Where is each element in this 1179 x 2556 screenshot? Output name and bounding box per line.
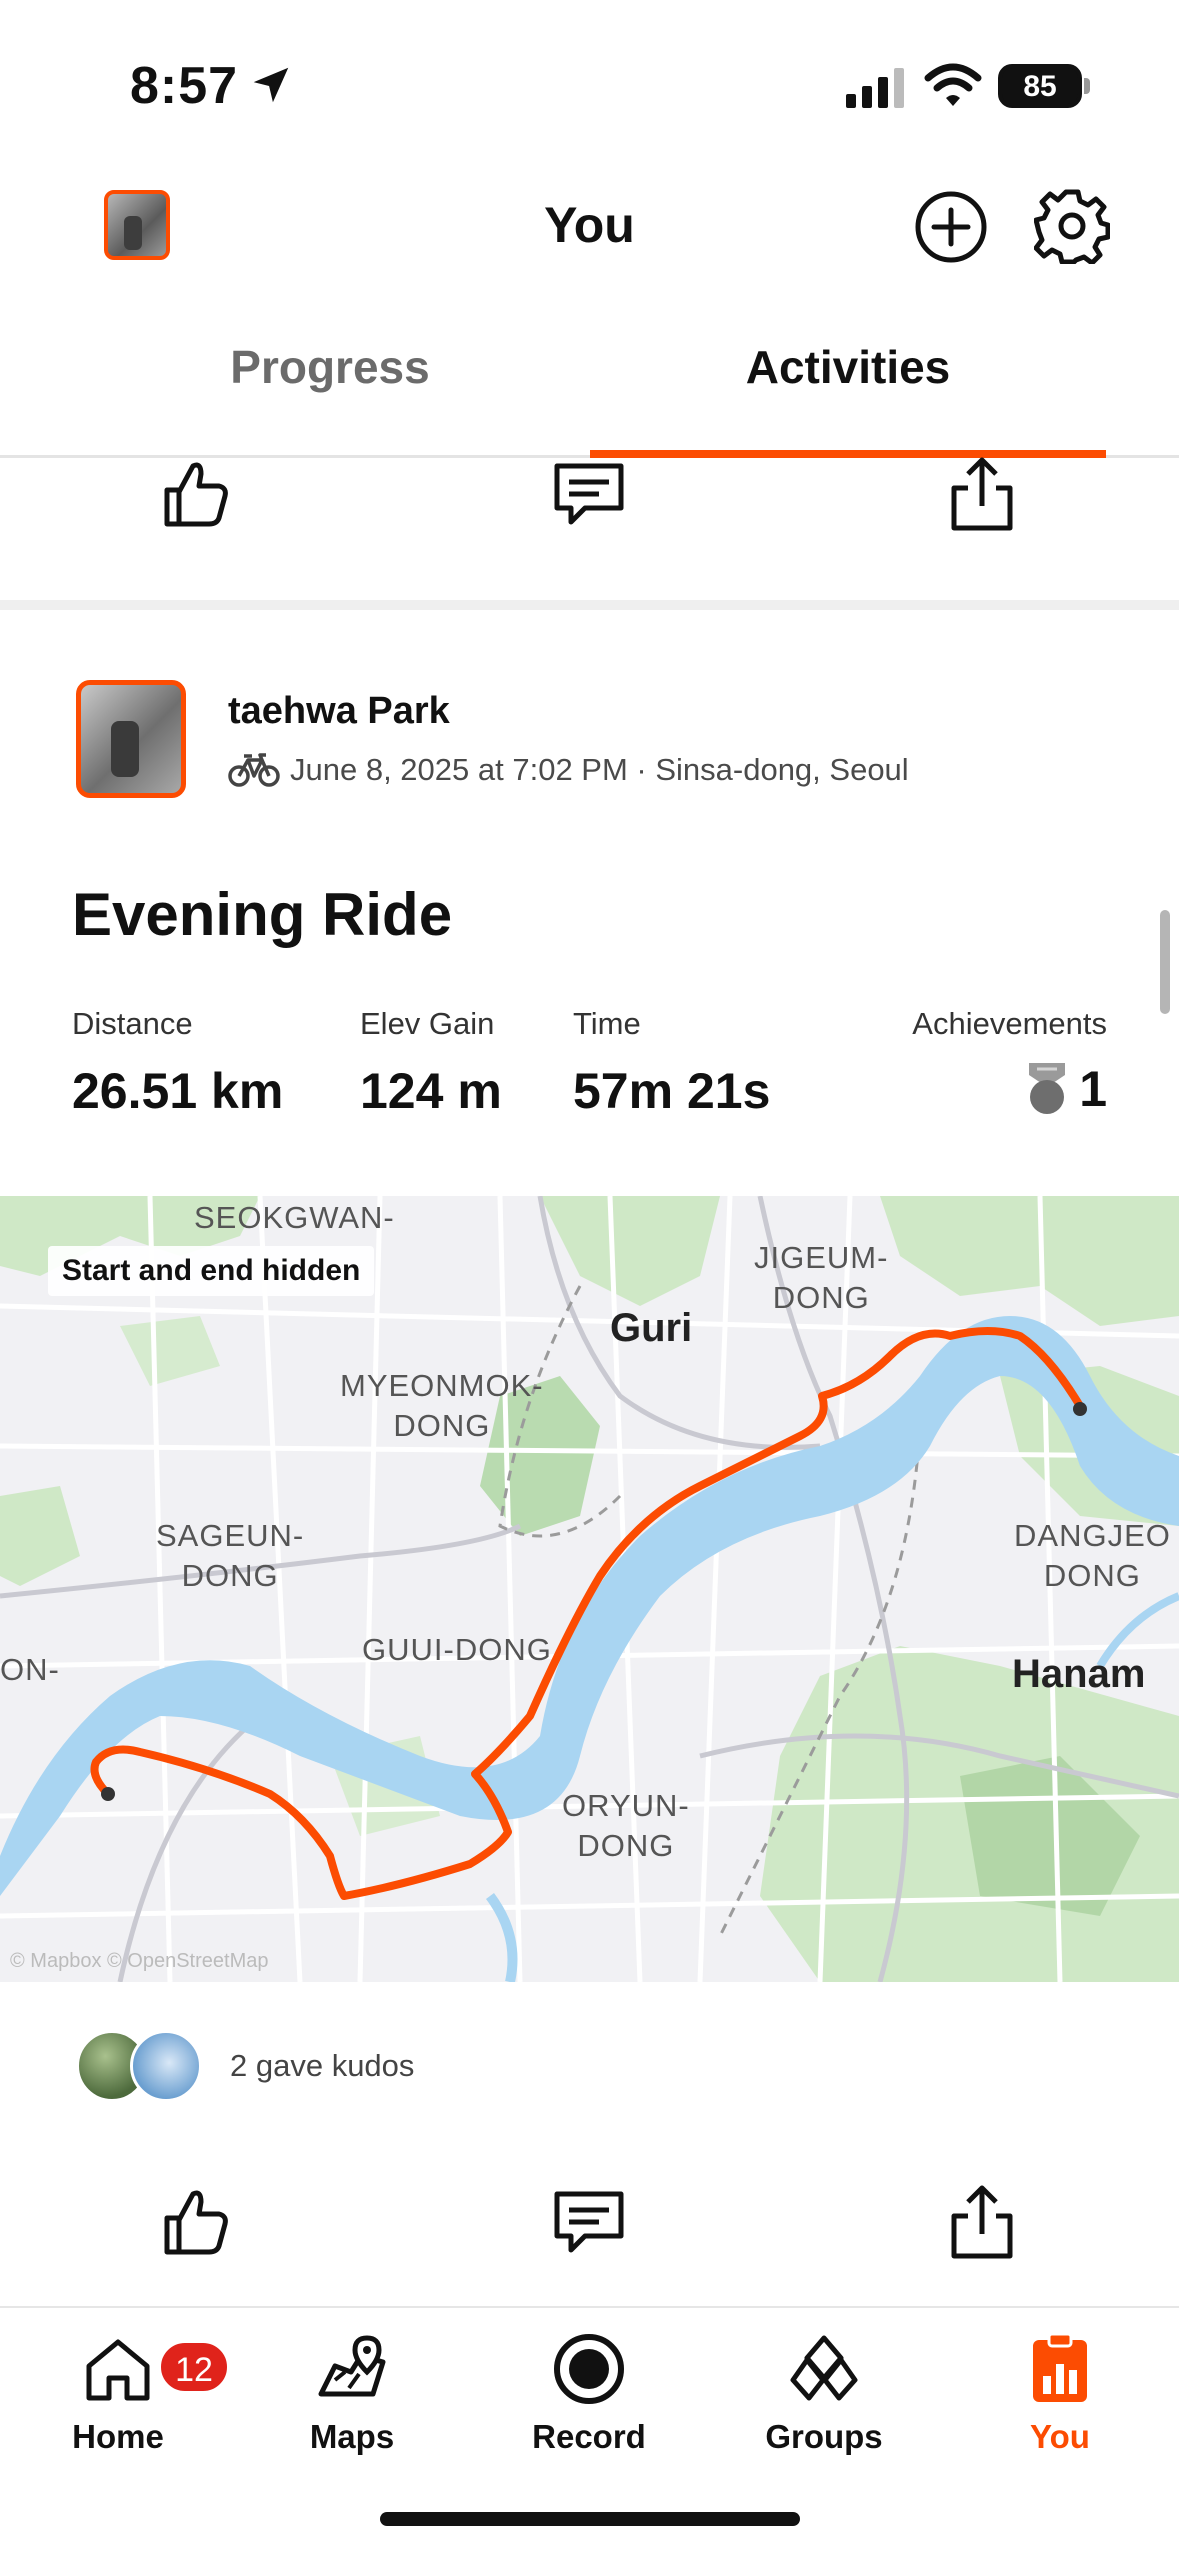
notification-badge: 12 [158,2340,230,2394]
activity-actions [0,2180,1179,2280]
map-label-seokgwan: SEOKGWAN- [194,1200,395,1235]
athlete-avatar[interactable] [76,680,186,798]
tabbar-label: Home [72,2418,164,2455]
privacy-badge: Start and end hidden [48,1246,375,1296]
tab-progress[interactable]: Progress [70,340,590,394]
map-label-sageun: SAGEUN- DONG [156,1518,305,1593]
kudos-thumbs-up-icon[interactable] [153,2180,237,2264]
route-start-marker [101,1787,115,1801]
groups-icon [790,2335,858,2401]
share-icon[interactable] [940,2180,1024,2264]
tabbar-you[interactable]: You [960,2332,1160,2456]
tab-activities[interactable]: Activities [588,340,1108,394]
you-clipboard-chart-icon [1033,2332,1087,2402]
tabbar-label: You [1030,2418,1090,2455]
activity-meta: June 8, 2025 at 7:02 PM · Sinsa-dong, Se… [228,752,909,788]
stat-label: Time [573,1006,641,1041]
athlete-name[interactable]: taehwa Park [228,690,450,733]
activity-date-location: June 8, 2025 at 7:02 PM · Sinsa-dong, Se… [290,752,909,787]
route-map[interactable]: Start and end hidden SEOKGWAN- JIGEUM- D… [0,1196,1179,1982]
tabbar-label: Maps [309,2418,395,2455]
route-end-marker [1073,1402,1087,1416]
record-icon [554,2334,624,2404]
kudos-text: 2 gave kudos [230,2048,415,2083]
stat-time: Time 57m 21s [573,1006,770,1120]
wifi-icon [924,63,982,106]
map-label-guri: Guri [610,1306,693,1350]
maps-icon [318,2335,386,2397]
previous-activity-actions [0,452,1179,552]
achievements-count: 1 [1079,1061,1107,1117]
kudos-summary[interactable]: 2 gave kudos [76,2026,414,2106]
stat-elev-gain: Elev Gain 124 m [360,1006,502,1120]
map-label-dangjeong: DANGJEO DONG [1014,1518,1171,1593]
medal-icon [1029,1063,1066,1114]
page-title: You [544,197,635,253]
stat-value: 124 m [360,1063,502,1119]
battery-icon: 85 [998,64,1082,108]
battery-level: 85 [1023,70,1057,103]
status-time: 8:57 [130,57,239,115]
map-label-partial: ON- [0,1652,60,1687]
activity-title[interactable]: Evening Ride [72,880,452,949]
comment-icon[interactable] [547,452,631,536]
stat-distance: Distance 26.51 km [72,1006,283,1120]
cellular-signal-icon [846,68,904,108]
kudos-avatar [130,2030,202,2102]
home-icon [86,2339,150,2401]
scrollbar[interactable] [1160,910,1170,1014]
tabbar-maps[interactable]: Maps [252,2332,452,2456]
kudos-thumbs-up-icon[interactable] [153,452,237,536]
tabbar-groups[interactable]: Groups [724,2332,924,2456]
home-indicator[interactable] [380,2512,800,2526]
map-label-guui: GUUI-DONG [362,1632,552,1667]
add-icon[interactable] [914,190,988,264]
map-label-myeonmok: MYEONMOK- DONG [340,1368,544,1443]
status-bar: 8:57 85 [0,0,1179,170]
location-arrow-icon [253,67,289,103]
stat-value: 57m 21s [573,1063,771,1119]
card-divider [0,600,1179,610]
tabbar-home[interactable]: Home 12 [18,2332,230,2456]
gear-icon[interactable] [1034,188,1110,264]
header: You [0,170,1179,300]
tabbar-record[interactable]: Record [489,2332,689,2456]
bike-icon [228,753,280,787]
comment-icon[interactable] [547,2180,631,2264]
tabbar-label: Groups [765,2418,883,2455]
share-icon[interactable] [940,452,1024,536]
battery-tip [1084,78,1090,94]
stat-label: Distance [72,1006,193,1041]
map-attribution[interactable]: © Mapbox © OpenStreetMap [10,1950,269,1973]
tabbar-label: Record [532,2418,646,2455]
map-label-hanam: Hanam [1012,1652,1146,1696]
stat-label: Achievements [912,1006,1107,1041]
stat-label: Elev Gain [360,1006,495,1041]
stat-achievements: Achievements 1 [912,1006,1107,1118]
segment-tabs: Progress Activities [0,300,1179,458]
stat-value: 26.51 km [72,1063,284,1119]
map-label-jigeum: JIGEUM- DONG [754,1240,889,1315]
map-label-oryun: ORYUN- DONG [562,1788,690,1863]
